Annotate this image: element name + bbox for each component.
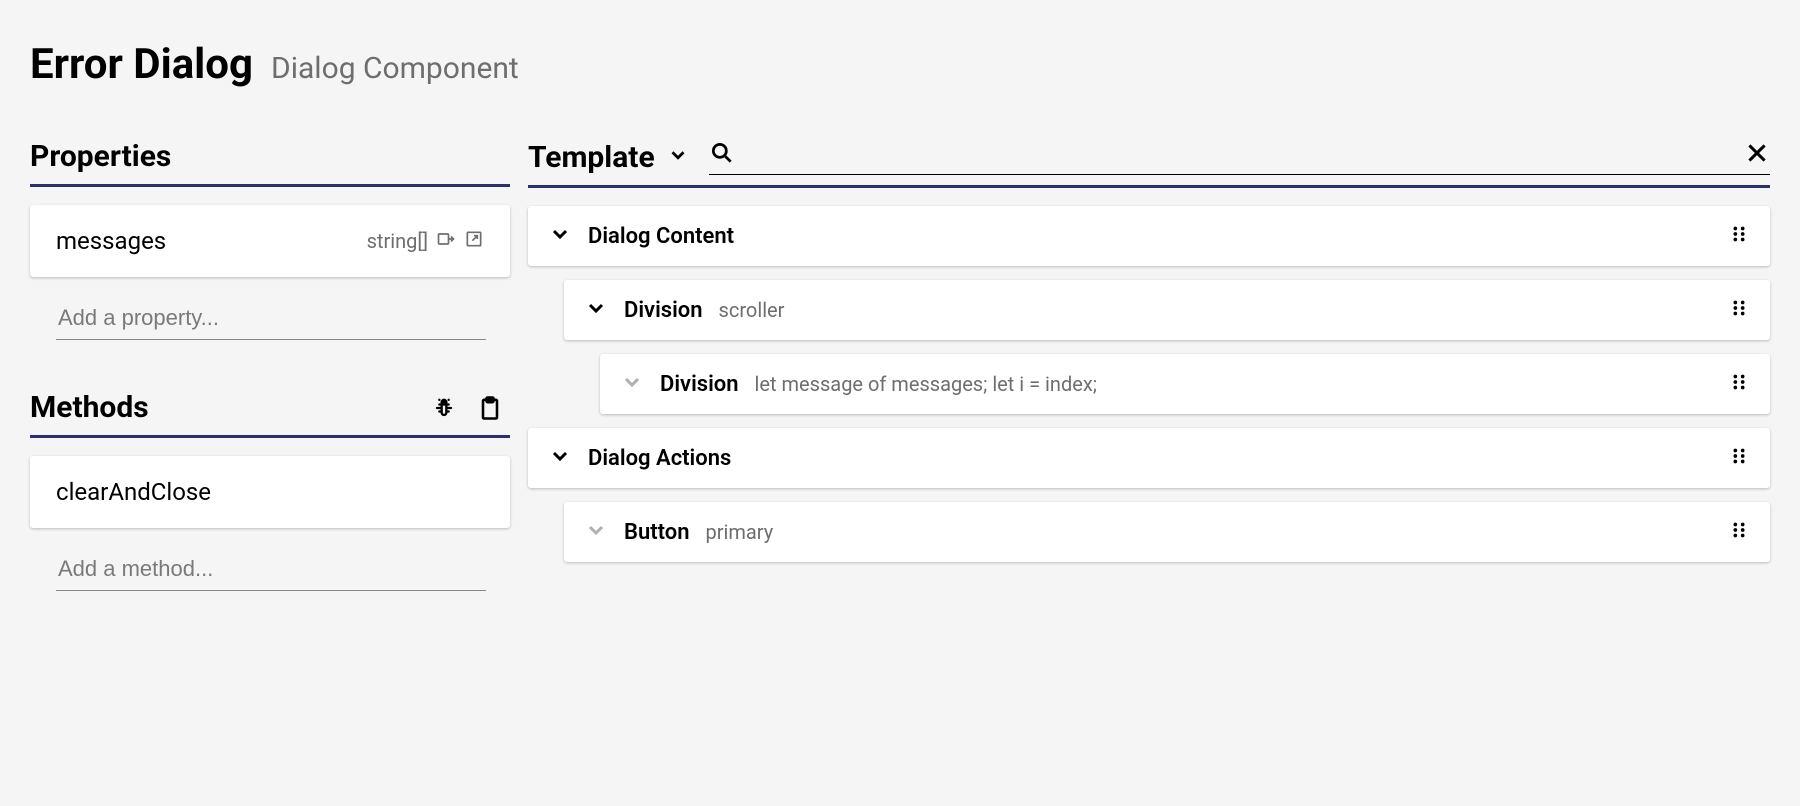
- tree-node-sub: primary: [706, 520, 774, 544]
- open-external-icon[interactable]: [464, 229, 484, 253]
- tree-node-label: Button: [624, 520, 690, 545]
- add-property-field: [56, 297, 486, 340]
- tree-node-label: Dialog Content: [588, 224, 734, 249]
- template-search-wrap: [709, 139, 1770, 175]
- add-method-input[interactable]: [56, 548, 486, 591]
- page-subtitle: Dialog Component: [271, 51, 519, 86]
- methods-header-actions: [430, 394, 504, 422]
- close-icon[interactable]: [1744, 140, 1770, 170]
- search-icon[interactable]: [709, 140, 735, 170]
- chevron-down-icon[interactable]: [620, 370, 644, 398]
- drag-handle-icon[interactable]: [1728, 371, 1750, 397]
- tree-node-label: Division: [624, 298, 703, 323]
- method-name: clearAndClose: [56, 478, 211, 506]
- tree-node-button-primary[interactable]: Button primary: [564, 502, 1770, 562]
- template-search-input[interactable]: [735, 139, 1744, 170]
- methods-title: Methods: [30, 390, 149, 425]
- tree-node-dialog-actions[interactable]: Dialog Actions: [528, 428, 1770, 488]
- property-meta: string[]: [367, 229, 484, 253]
- bug-icon[interactable]: [430, 394, 458, 422]
- chevron-down-icon[interactable]: [584, 296, 608, 324]
- drag-handle-icon[interactable]: [1728, 223, 1750, 249]
- property-name: messages: [56, 227, 166, 255]
- tree-node-dialog-content[interactable]: Dialog Content: [528, 206, 1770, 266]
- add-property-input[interactable]: [56, 297, 486, 340]
- properties-section-header: Properties: [30, 139, 510, 187]
- clipboard-icon[interactable]: [476, 394, 504, 422]
- left-column: Properties messages string[] Methods: [30, 139, 510, 641]
- properties-title: Properties: [30, 139, 171, 174]
- tree-node-division-messages[interactable]: Division let message of messages; let i …: [600, 354, 1770, 414]
- chevron-down-icon[interactable]: [584, 518, 608, 546]
- template-section-header: Template: [528, 139, 1770, 188]
- property-row[interactable]: messages string[]: [30, 205, 510, 277]
- template-dropdown-icon[interactable]: [667, 144, 689, 170]
- tree-node-label: Dialog Actions: [588, 446, 731, 471]
- drag-handle-icon[interactable]: [1728, 519, 1750, 545]
- right-column: Template Dialog Content: [528, 139, 1770, 641]
- chevron-down-icon[interactable]: [548, 444, 572, 472]
- add-method-field: [56, 548, 486, 591]
- chevron-down-icon[interactable]: [548, 222, 572, 250]
- template-title: Template: [528, 140, 655, 175]
- page-header: Error Dialog Dialog Component: [30, 40, 1770, 89]
- content-area: Properties messages string[] Methods: [30, 139, 1770, 641]
- input-binding-icon[interactable]: [436, 229, 456, 253]
- methods-section-header: Methods: [30, 390, 510, 438]
- tree-node-sub: scroller: [719, 298, 785, 322]
- drag-handle-icon[interactable]: [1728, 445, 1750, 471]
- tree-node-label: Division: [660, 372, 739, 397]
- tree-node-division-scroller[interactable]: Division scroller: [564, 280, 1770, 340]
- drag-handle-icon[interactable]: [1728, 297, 1750, 323]
- method-row[interactable]: clearAndClose: [30, 456, 510, 528]
- page-title: Error Dialog: [30, 40, 253, 89]
- property-type: string[]: [367, 229, 428, 253]
- tree-node-sub: let message of messages; let i = index;: [755, 372, 1097, 396]
